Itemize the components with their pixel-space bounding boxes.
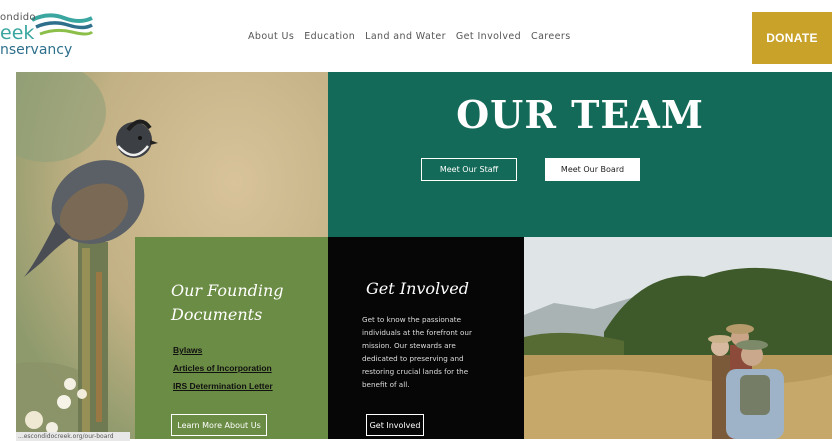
get-involved-description: Get to know the passionate individuals a… — [362, 315, 472, 389]
hikers-illustration — [524, 237, 832, 439]
learn-more-about-us-button[interactable]: Learn More About Us — [171, 414, 267, 436]
our-team-section: OUR TEAM Meet Our Staff Meet Our Board — [328, 72, 832, 238]
team-title: OUR TEAM — [456, 92, 704, 137]
site-header: ondido eek nservancy About Us Education … — [0, 0, 832, 72]
status-bar-url: ...escondidocreek.org/our-board — [16, 432, 130, 441]
site-logo[interactable]: ondido eek nservancy — [0, 8, 100, 64]
founding-title-line2: Documents — [171, 305, 263, 324]
founding-documents-section: Our Founding Documents Bylaws Articles o… — [135, 237, 328, 439]
nav-careers[interactable]: Careers — [531, 31, 571, 42]
meet-our-board-button[interactable]: Meet Our Board — [545, 158, 640, 181]
nav-get-involved[interactable]: Get Involved — [456, 31, 521, 42]
main-nav: About Us Education Land and Water Get In… — [248, 31, 571, 42]
meet-our-staff-button[interactable]: Meet Our Staff — [421, 158, 517, 181]
nav-education[interactable]: Education — [304, 31, 355, 42]
donate-button[interactable]: DONATE — [752, 12, 832, 64]
get-involved-title: Get Involved — [366, 279, 469, 298]
irs-determination-letter-link[interactable]: IRS Determination Letter — [173, 381, 273, 391]
logo-waves-icon — [31, 13, 94, 36]
founding-title-line1: Our Founding — [171, 281, 284, 300]
nav-about-us[interactable]: About Us — [248, 31, 294, 42]
bylaws-link[interactable]: Bylaws — [173, 345, 202, 355]
logo-text-bottom: nservancy — [0, 42, 73, 58]
articles-of-incorporation-link[interactable]: Articles of Incorporation — [173, 363, 272, 373]
get-involved-button[interactable]: Get Involved — [366, 414, 424, 436]
get-involved-section: Get Involved Get to know the passionate … — [328, 237, 524, 439]
hikers-photo — [524, 237, 832, 439]
nav-land-and-water[interactable]: Land and Water — [365, 31, 446, 42]
logo-text-middle: eek — [0, 22, 35, 44]
